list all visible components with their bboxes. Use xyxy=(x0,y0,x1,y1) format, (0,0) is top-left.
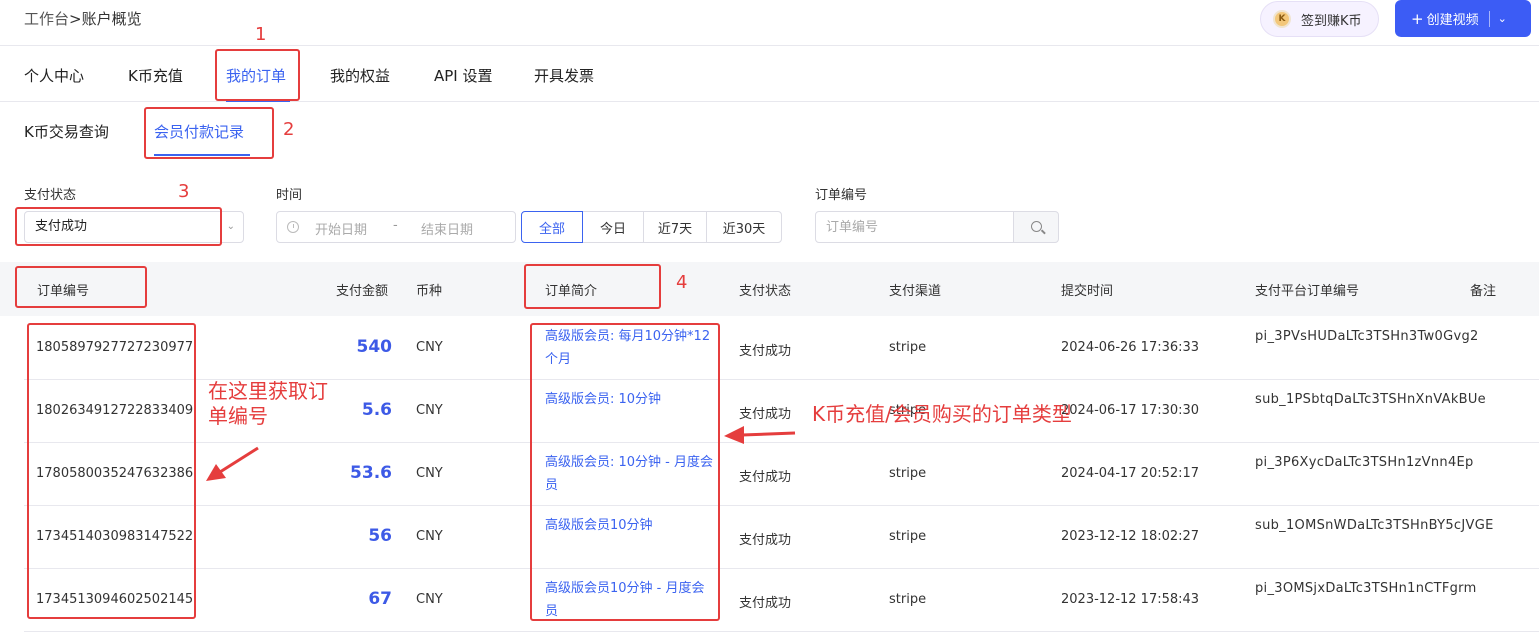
range-all-button[interactable]: 全部 xyxy=(521,211,583,243)
arrow-icon xyxy=(206,446,259,481)
arrow-icon xyxy=(724,426,796,444)
annotation-arrows xyxy=(206,426,796,481)
